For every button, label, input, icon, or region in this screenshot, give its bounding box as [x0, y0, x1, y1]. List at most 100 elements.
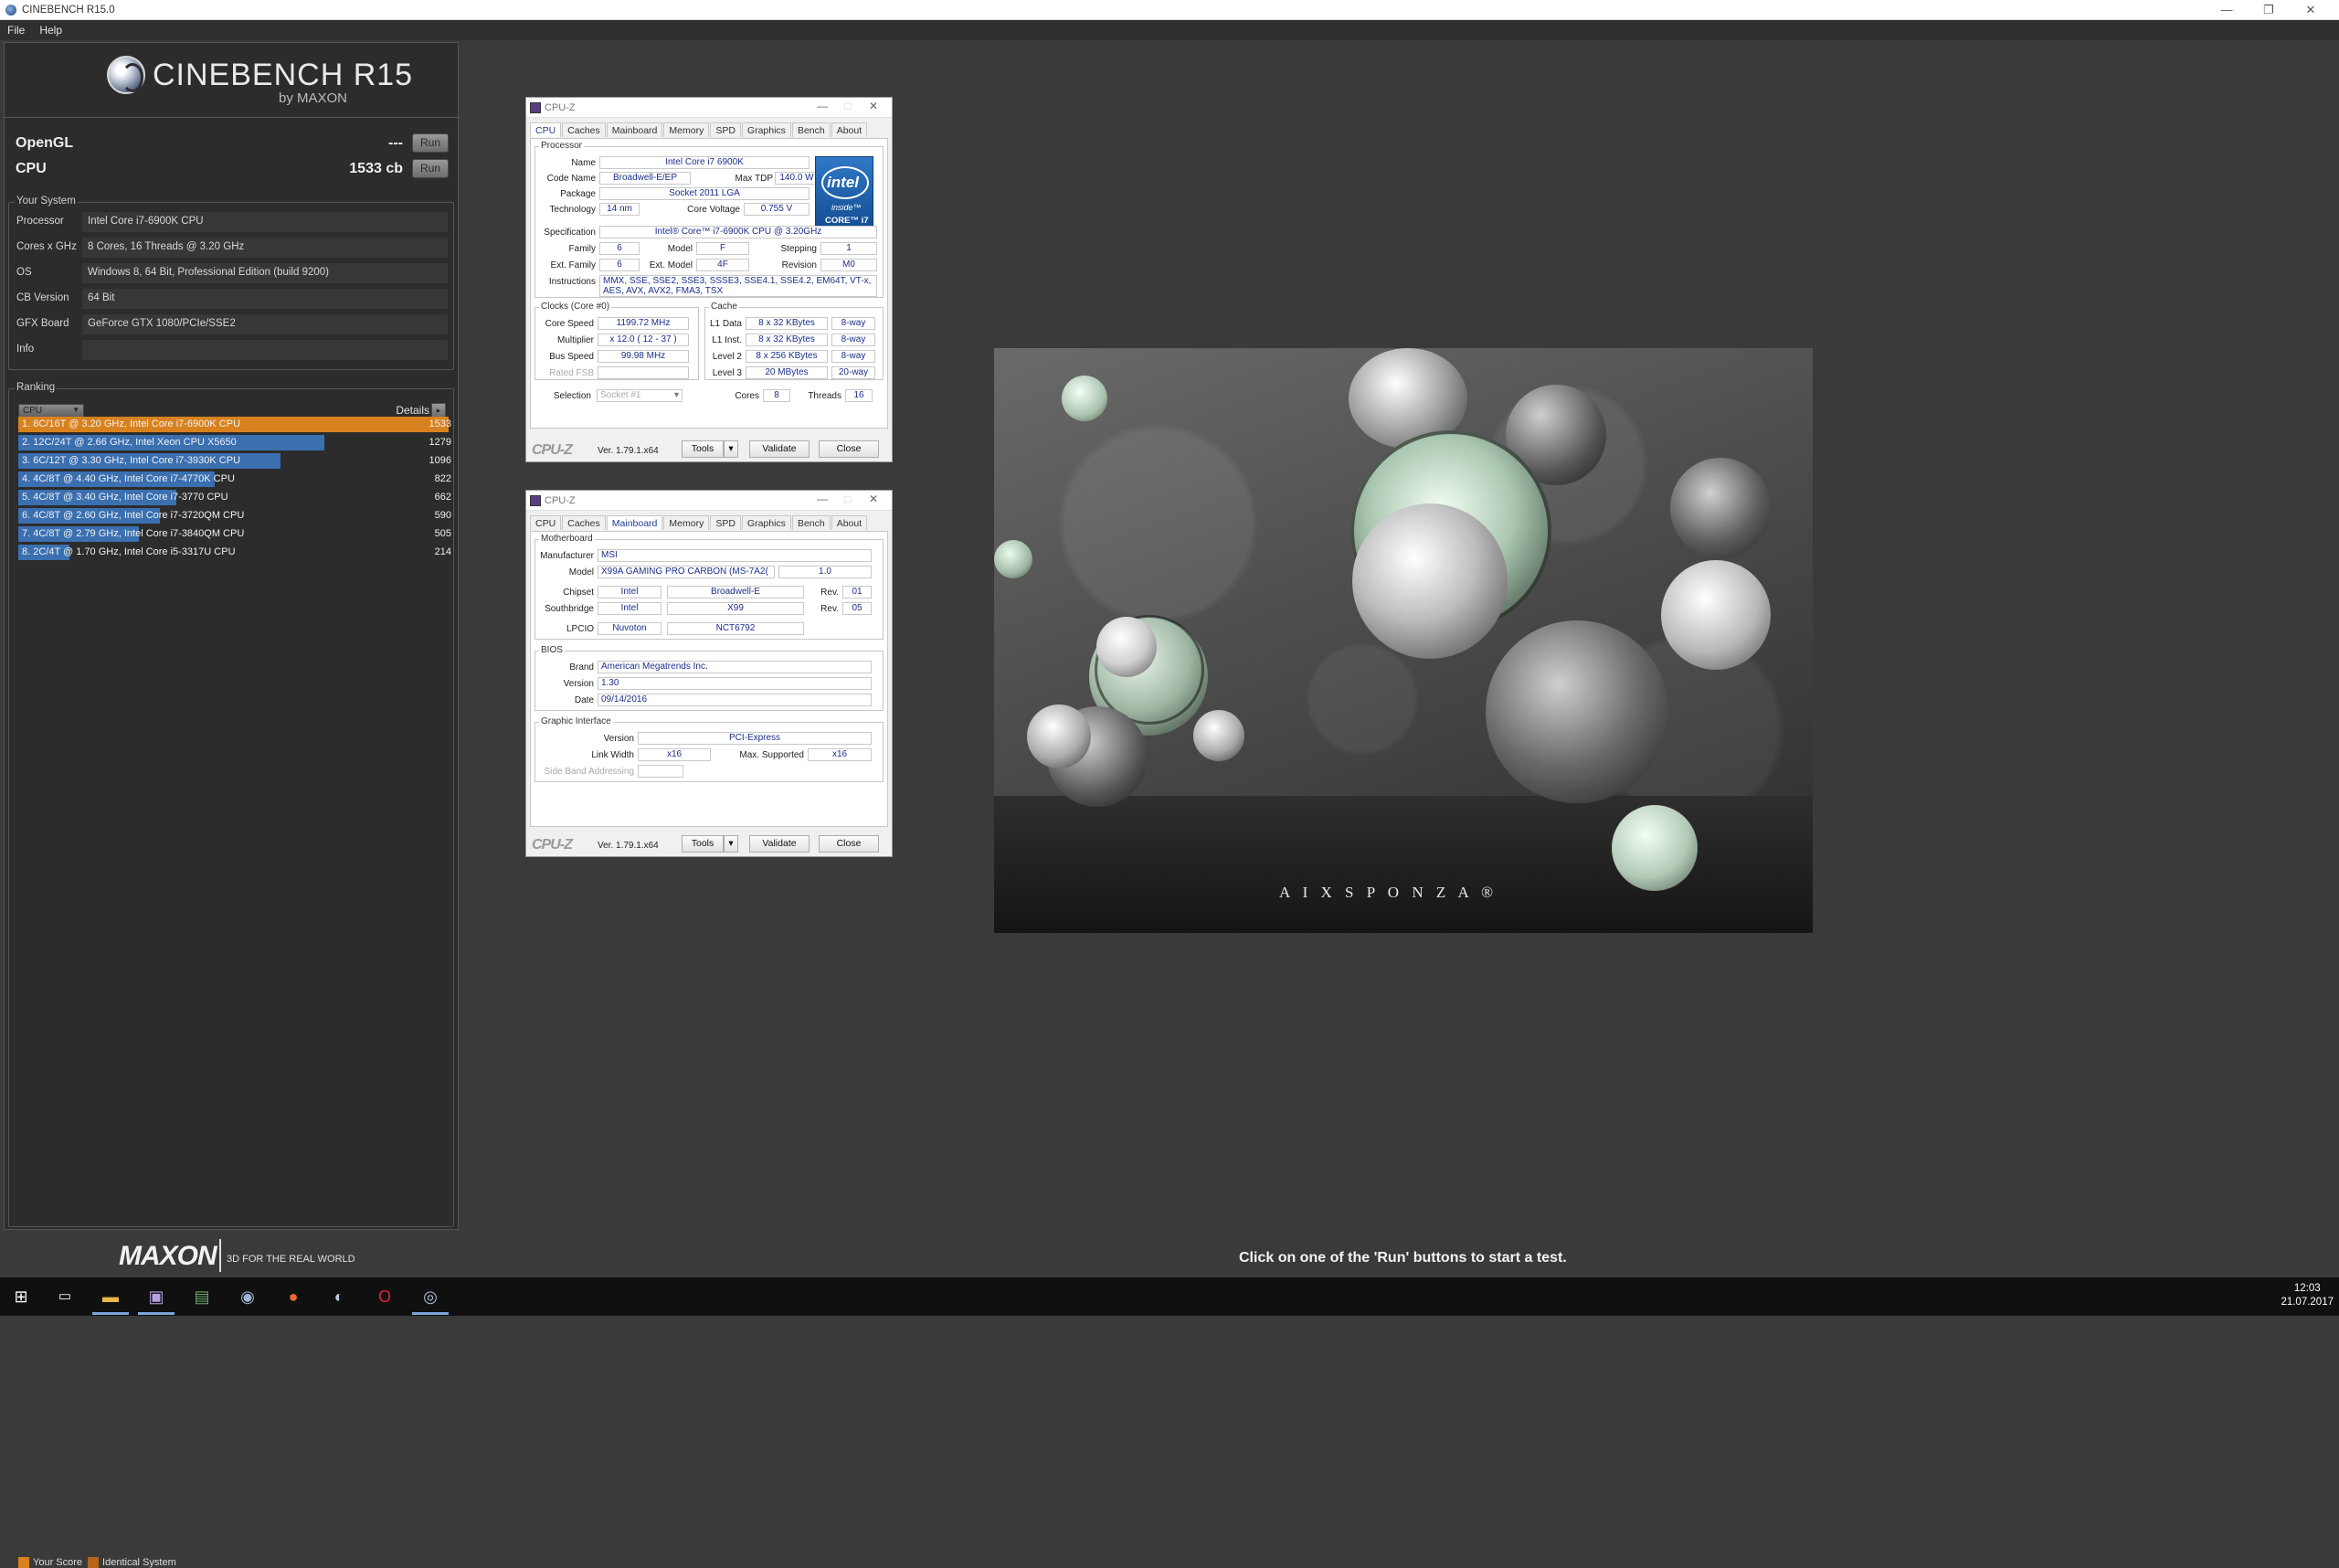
tab-mainboard[interactable]: Mainboard [606, 122, 663, 137]
ranking-text: 1. 8C/16T @ 3.20 GHz, Intel Core i7-6900… [22, 418, 241, 429]
tab-spd[interactable]: SPD [710, 122, 741, 137]
image-viewer-icon[interactable]: ▤ [190, 1285, 214, 1308]
bios-date-value: 09/14/2016 [598, 694, 872, 706]
cinebench-taskbar-icon[interactable]: ◎ [418, 1285, 442, 1308]
validate-button[interactable]: Validate [749, 835, 810, 853]
details-button[interactable]: ▸ [431, 403, 446, 418]
tab-bench[interactable]: Bench [791, 515, 831, 530]
menu-help[interactable]: Help [32, 24, 69, 37]
taskbar-clock[interactable]: 12:03 21.07.2017 [2281, 1282, 2334, 1309]
tools-button[interactable]: Tools [682, 835, 724, 853]
ornament-sphere [1352, 503, 1508, 659]
ranking-row[interactable]: 4. 4C/8T @ 4.40 GHz, Intel Core i7-4770K… [18, 471, 455, 487]
ranking-row[interactable]: 1. 8C/16T @ 3.20 GHz, Intel Core i7-6900… [18, 417, 455, 432]
chipset-label: Chipset [563, 588, 594, 598]
minimize-button[interactable]: — [810, 493, 835, 505]
tab-cpu[interactable]: CPU [530, 122, 562, 137]
tools-dropdown-button[interactable]: ▾ [724, 440, 738, 458]
system-row-processor: Processor Intel Core i7-6900K CPU [15, 212, 450, 232]
system-value: Windows 8, 64 Bit, Professional Edition … [82, 263, 448, 283]
tools-dropdown-button[interactable]: ▾ [724, 835, 738, 853]
ranking-score: 214 [434, 546, 451, 557]
active-app-indicator [92, 1312, 129, 1315]
info-input[interactable] [82, 340, 448, 360]
minimize-button[interactable]: — [810, 100, 835, 112]
ranking-row[interactable]: 7. 4C/8T @ 2.79 GHz, Intel Core i7-3840Q… [18, 526, 455, 542]
multiplier-value: x 12.0 ( 12 - 37 ) [598, 334, 689, 346]
motherboard-legend: Motherboard [539, 534, 595, 544]
run-cpu-button[interactable]: Run [412, 159, 449, 178]
ranking-row[interactable]: 2. 12C/24T @ 2.66 GHz, Intel Xeon CPU X5… [18, 435, 455, 450]
level3-value: 20 MBytes [746, 366, 828, 379]
system-key: OS [16, 267, 32, 278]
chevron-down-icon: ▾ [728, 838, 734, 849]
tab-caches[interactable]: Caches [562, 122, 606, 137]
file-explorer-icon[interactable]: ▬ [99, 1285, 122, 1308]
tab-about[interactable]: About [831, 515, 868, 530]
browser-icon[interactable]: ● [281, 1285, 305, 1308]
status-message: Click on one of the 'Run' buttons to sta… [1239, 1250, 1567, 1266]
system-row-cores: Cores x GHz 8 Cores, 16 Threads @ 3.20 GH… [15, 238, 450, 258]
max-supported-label: Max. Supported [739, 750, 804, 760]
tab-mainboard[interactable]: Mainboard [606, 515, 663, 530]
cpuz-title: CPU-Z [545, 101, 576, 113]
close-button[interactable]: ✕ [861, 100, 886, 112]
cpuz-version: Ver. 1.79.1.x64 [598, 841, 659, 851]
specification-label: Specification [544, 228, 596, 238]
restore-button[interactable]: ❐ [2248, 0, 2290, 20]
ranking-row[interactable]: 5. 4C/8T @ 3.40 GHz, Intel Core i7-3770 … [18, 490, 455, 505]
specification-value: Intel® Core™ i7-6900K CPU @ 3.20GHz [599, 226, 877, 238]
tab-graphics[interactable]: Graphics [741, 515, 791, 530]
close-dialog-button[interactable]: Close [819, 440, 879, 458]
app-icon[interactable]: ◐ [327, 1285, 351, 1308]
validate-button[interactable]: Validate [749, 440, 810, 458]
ranking-row[interactable]: 6. 4C/8T @ 2.60 GHz, Intel Core i7-3720Q… [18, 508, 455, 524]
menu-file[interactable]: File [0, 24, 32, 37]
level3-ways: 20-way [831, 366, 875, 379]
identical-system-swatch [88, 1557, 100, 1568]
ranking-score: 662 [434, 492, 451, 503]
cores-value: 8 [763, 389, 790, 402]
left-panel: CINEBENCH R15 by MAXON OpenGL --- Run CP… [4, 42, 460, 1568]
cpuz-app-icon [530, 494, 541, 506]
ranking-row[interactable]: 8. 2C/4T @ 1.70 GHz, Intel Core i5-3317U… [18, 545, 455, 560]
cpuz-taskbar-icon[interactable]: ▣ [144, 1285, 168, 1308]
opera-icon[interactable]: O [373, 1285, 397, 1308]
intel-word: intel [827, 174, 859, 191]
close-button[interactable]: ✕ [2290, 0, 2332, 20]
tab-graphics[interactable]: Graphics [741, 122, 791, 137]
intel-core-i7-logo: intel inside™ CORE™ i7 [815, 156, 873, 233]
close-button[interactable]: ✕ [861, 493, 886, 505]
minimize-button[interactable]: — [2206, 0, 2248, 20]
revision-value: M0 [820, 259, 877, 271]
cpuz-window-mainboard: CPU-Z — □ ✕ CPU Caches Mainboard Memory SPD Gra… [525, 490, 893, 857]
selection-label: Selection [553, 391, 591, 401]
model-value: X99A GAMING PRO CARBON (MS-7A2( [598, 566, 775, 578]
bios-version-value: 1.30 [598, 677, 872, 690]
clock-date: 21.07.2017 [2281, 1297, 2334, 1308]
tab-memory[interactable]: Memory [663, 515, 710, 530]
windows-start-icon[interactable]: ⊞ [9, 1285, 33, 1308]
run-opengl-button[interactable]: Run [412, 133, 449, 153]
test-row-cpu: CPU 1533 cb Run [12, 158, 452, 180]
menu-bar: File Help [0, 20, 2339, 40]
ranking-score: 505 [434, 528, 451, 539]
close-dialog-button[interactable]: Close [819, 835, 879, 853]
tab-caches[interactable]: Caches [562, 515, 606, 530]
ornament-sphere [1612, 805, 1698, 891]
tab-bench[interactable]: Bench [791, 122, 831, 137]
tab-memory[interactable]: Memory [663, 122, 710, 137]
steam-icon[interactable]: ◉ [236, 1285, 259, 1308]
test-value: 1533 cb [349, 161, 403, 176]
selection-select[interactable]: Socket #1 ▾ [597, 389, 683, 402]
tab-spd[interactable]: SPD [710, 515, 741, 530]
tab-about[interactable]: About [831, 122, 868, 137]
ranking-row[interactable]: 3. 6C/12T @ 3.30 GHz, Intel Core i7-3930… [18, 453, 455, 469]
footer-divider [219, 1239, 221, 1272]
tools-button[interactable]: Tools [682, 440, 724, 458]
model-revision: 1.0 [778, 566, 872, 578]
tab-cpu[interactable]: CPU [530, 515, 562, 530]
test-label: CPU [16, 161, 47, 176]
task-view-icon[interactable]: ▭ [53, 1285, 77, 1308]
manufacturer-label: Manufacturer [540, 551, 594, 561]
